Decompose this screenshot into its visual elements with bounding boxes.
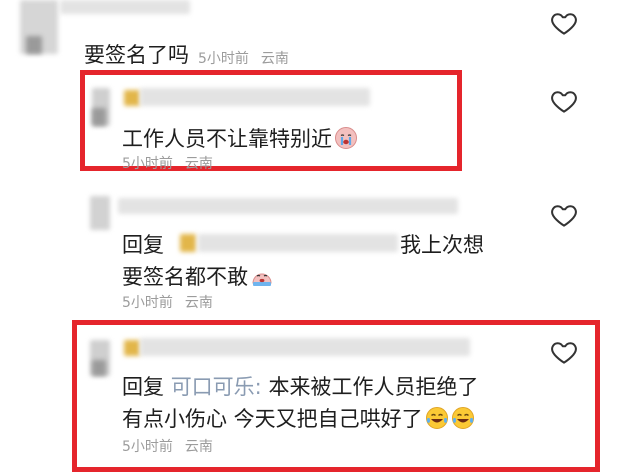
username-blurred[interactable] bbox=[140, 88, 370, 106]
avatar[interactable] bbox=[90, 196, 110, 230]
comment-time: 5小时前 bbox=[122, 439, 173, 455]
tears-of-joy-icon bbox=[451, 406, 475, 430]
crying-face-icon bbox=[250, 264, 274, 288]
comment-text: 要签名了吗 bbox=[84, 43, 189, 67]
avatar-detail bbox=[26, 36, 42, 54]
comment-time: 5小时前 bbox=[122, 156, 173, 172]
username-blurred[interactable] bbox=[60, 0, 190, 14]
reply-line-2: 要签名都不敢 bbox=[122, 262, 274, 292]
heart-outline-icon[interactable] bbox=[549, 8, 579, 38]
username-blurred-badge bbox=[124, 90, 140, 106]
reply-target-blurred-badge bbox=[180, 234, 196, 252]
comment-time: 5小时前 bbox=[198, 51, 249, 67]
avatar-detail bbox=[92, 360, 106, 376]
reply-target-name[interactable]: 可口可乐: bbox=[171, 375, 262, 399]
comment-text-line-2: 有点小伤心 今天又把自己哄好了 bbox=[122, 407, 423, 431]
heart-outline-icon[interactable] bbox=[549, 86, 579, 116]
heart-outline-icon[interactable] bbox=[549, 200, 579, 230]
reply-prefix: 回复 bbox=[122, 233, 164, 257]
comment-meta: 5小时前 云南 bbox=[122, 292, 213, 312]
crying-face-icon bbox=[334, 126, 358, 150]
comment-location: 云南 bbox=[184, 156, 213, 172]
username-blurred-badge bbox=[124, 340, 140, 356]
reply-target-blurred[interactable] bbox=[198, 234, 398, 252]
reply-prefix: 回复 bbox=[122, 375, 164, 399]
comment-text-line-1: 我上次想 bbox=[400, 233, 484, 257]
comment-meta: 5小时前 云南 bbox=[198, 48, 289, 68]
tears-of-joy-icon bbox=[425, 406, 449, 430]
username-blurred[interactable] bbox=[118, 198, 458, 214]
heart-outline-icon[interactable] bbox=[549, 337, 579, 367]
comment-location: 云南 bbox=[184, 439, 213, 455]
username-blurred[interactable] bbox=[140, 338, 470, 356]
comment-location: 云南 bbox=[184, 295, 213, 311]
comment-text: 工作人员不让靠特别近 bbox=[122, 124, 358, 154]
avatar-detail bbox=[92, 108, 106, 126]
comment-meta: 5小时前 云南 bbox=[122, 436, 213, 456]
comment-meta: 5小时前 云南 bbox=[122, 153, 213, 173]
comment-text-content: 工作人员不让靠特别近 bbox=[122, 127, 332, 151]
comment-location: 云南 bbox=[260, 51, 289, 67]
reply-line-1: 回复 可口可乐: 本来被工作人员拒绝了 bbox=[122, 372, 478, 402]
comment-text-line-2: 要签名都不敢 bbox=[122, 265, 248, 289]
reply-line-2: 有点小伤心 今天又把自己哄好了 bbox=[122, 404, 475, 434]
comment-text-line-1: 本来被工作人员拒绝了 bbox=[268, 375, 479, 399]
comment-time: 5小时前 bbox=[122, 295, 173, 311]
